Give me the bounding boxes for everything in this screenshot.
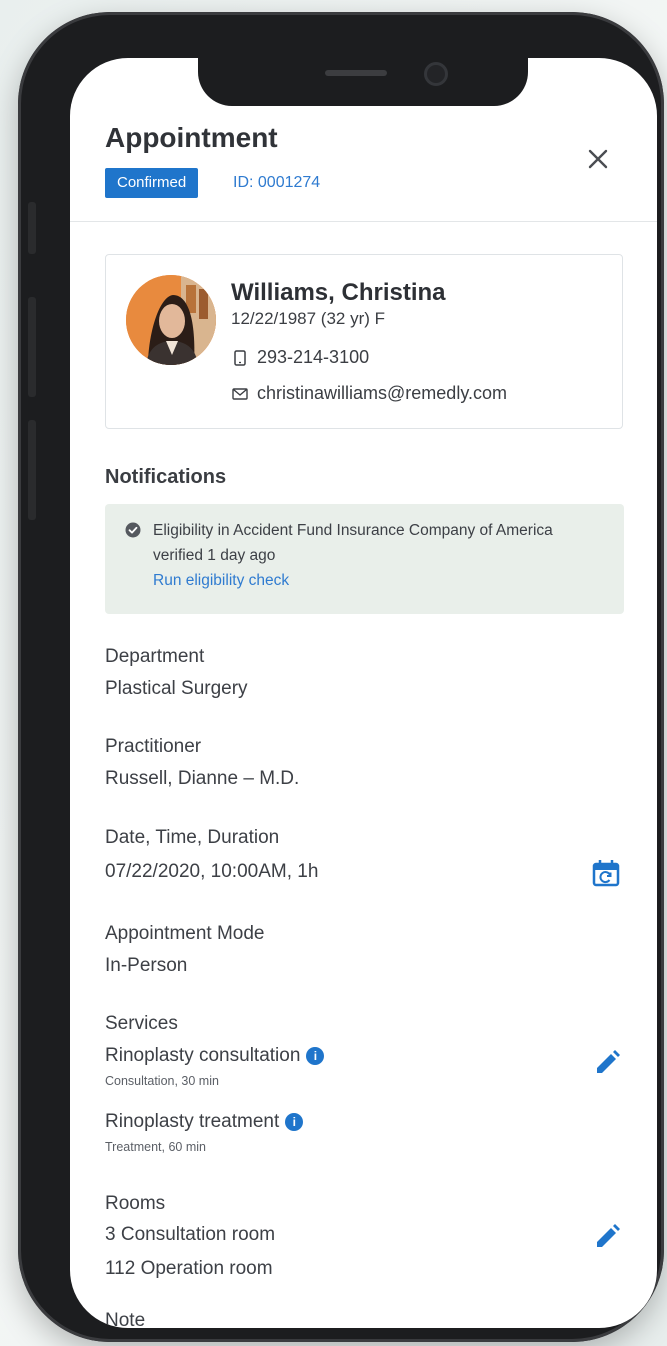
screen: Appointment Confirmed ID: 0001274 Willia… (70, 58, 657, 1328)
patient-name: Williams, Christina (231, 279, 446, 306)
volume-down-button (28, 420, 36, 520)
notification-message: Eligibility in Accident Fund Insurance C… (153, 522, 553, 564)
avatar-image (126, 275, 216, 365)
patient-email[interactable]: christinawilliams@remedly.com (231, 383, 507, 404)
department-value: Plastical Surgery (105, 678, 248, 699)
appointment-mode-label: Appointment Mode (105, 923, 265, 944)
room-item: 112 Operation room (105, 1258, 273, 1279)
datetime-label: Date, Time, Duration (105, 827, 280, 848)
service-note: Consultation, 30 min (105, 1074, 219, 1088)
practitioner-label: Practitioner (105, 736, 202, 757)
service-name: Rinoplasty consultation (105, 1045, 301, 1066)
close-icon[interactable] (585, 146, 611, 172)
volume-up-button (28, 297, 36, 397)
notifications-heading: Notifications (105, 466, 227, 488)
service-name: Rinoplasty treatment (105, 1111, 280, 1132)
info-icon[interactable]: i (285, 1112, 304, 1131)
edit-rooms-pencil-icon[interactable] (592, 1222, 622, 1252)
datetime-value: 07/22/2020, 10:00AM, 1h (105, 861, 319, 882)
patient-phone[interactable]: 293-214-3100 (231, 347, 369, 368)
service-item: Rinoplasty consultation i (105, 1045, 325, 1067)
department-label: Department (105, 646, 205, 667)
avatar (126, 275, 216, 365)
patient-phone-text: 293-214-3100 (257, 347, 370, 367)
appointment-id[interactable]: ID: 0001274 (233, 174, 320, 192)
check-circle-icon (125, 522, 141, 538)
info-icon[interactable]: i (306, 1046, 325, 1065)
note-label: Note (105, 1310, 146, 1328)
patient-dob: 12/22/1987 (32 yr) F (231, 309, 386, 328)
status-badge: Confirmed (105, 168, 199, 198)
service-note: Treatment, 60 min (105, 1140, 206, 1154)
notification-card: Eligibility in Accident Fund Insurance C… (105, 504, 624, 614)
mute-switch (28, 202, 36, 254)
appointment-header: Appointment Confirmed ID: 0001274 (70, 58, 657, 222)
edit-services-pencil-icon[interactable] (592, 1048, 622, 1078)
patient-email-text: christinawilliams@remedly.com (257, 383, 507, 403)
phone-icon (234, 349, 246, 366)
services-label: Services (105, 1013, 178, 1034)
page-title: Appointment (105, 122, 278, 153)
rooms-label: Rooms (105, 1193, 166, 1214)
email-icon (232, 387, 248, 400)
phone-frame: Appointment Confirmed ID: 0001274 Willia… (18, 12, 664, 1342)
appointment-mode-value: In-Person (105, 955, 188, 976)
service-item: Rinoplasty treatment i (105, 1111, 304, 1133)
run-eligibility-check-link[interactable]: Run eligibility check (153, 572, 289, 590)
close-icon-glyph (588, 149, 608, 169)
practitioner-value: Russell, Dianne – M.D. (105, 768, 300, 789)
reschedule-calendar-icon[interactable] (591, 858, 621, 888)
room-item: 3 Consultation room (105, 1224, 276, 1245)
patient-card[interactable]: Williams, Christina 12/22/1987 (32 yr) F… (105, 254, 623, 429)
